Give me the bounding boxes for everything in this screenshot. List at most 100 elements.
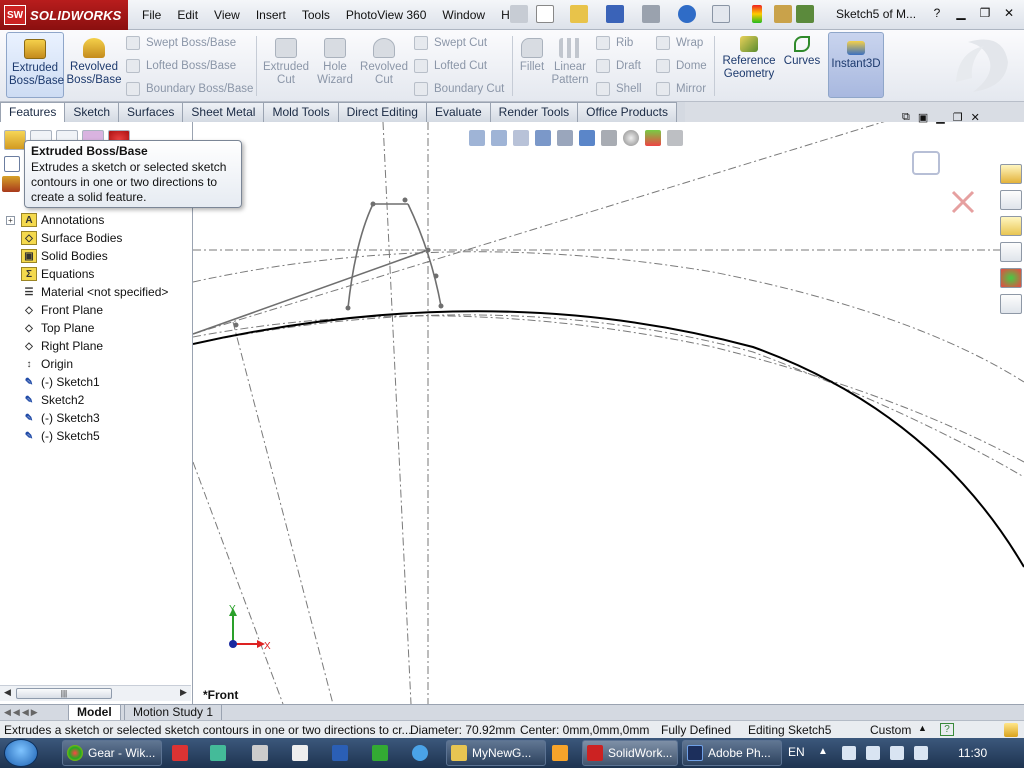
apply-scene-icon[interactable] <box>645 130 661 146</box>
zoom-to-area-icon[interactable] <box>491 130 507 146</box>
hide-show-items-icon[interactable] <box>601 130 617 146</box>
pin-icon[interactable] <box>510 5 528 23</box>
tree-node[interactable]: ☰ Material <not specified> <box>6 283 192 301</box>
close-icon[interactable]: ✕ <box>1000 5 1018 21</box>
revolved-boss-button[interactable]: Revolved Boss/Base <box>66 32 122 98</box>
doc-close-icon[interactable]: ✕ <box>971 111 980 124</box>
tree-node[interactable]: ◇ Front Plane <box>6 301 192 319</box>
menu-view[interactable]: View <box>206 8 248 22</box>
part-icon[interactable] <box>2 176 20 192</box>
tab-direct-editing[interactable]: Direct Editing <box>337 102 427 122</box>
lofted-cut-button[interactable]: Lofted Cut <box>414 57 487 75</box>
tree-node[interactable]: ✎ (-) Sketch3 <box>6 409 192 427</box>
clock[interactable]: 11:30 <box>958 746 987 760</box>
undo-icon[interactable] <box>678 5 696 23</box>
menu-window[interactable]: Window <box>434 8 493 22</box>
restore-icon[interactable]: ❐ <box>976 5 994 21</box>
tree-node[interactable]: ✎ (-) Sketch5 <box>6 427 192 445</box>
filter-icon[interactable] <box>4 156 20 172</box>
file-explorer-icon[interactable] <box>1000 216 1022 236</box>
instant3d-button[interactable]: Instant3D <box>828 32 884 98</box>
tab-scroll-icons[interactable]: ◀◀◀▶ <box>4 707 40 718</box>
tab-render-tools[interactable]: Render Tools <box>489 102 579 122</box>
solidworks-resources-icon[interactable] <box>1000 164 1022 184</box>
menu-photoview[interactable]: PhotoView 360 <box>338 8 435 22</box>
draft-button[interactable]: Draft <box>596 57 641 75</box>
extruded-boss-button[interactable]: Extruded Boss/Base <box>6 32 64 98</box>
tab-motion-study[interactable]: Motion Study 1 <box>124 705 223 721</box>
fillet-button[interactable]: Fillet <box>516 32 548 98</box>
graphics-area[interactable]: Y X *Front <box>193 122 1024 704</box>
zoom-to-fit-icon[interactable] <box>469 130 485 146</box>
doc-minimize-icon[interactable]: ▁ <box>936 111 944 124</box>
sketch-canvas[interactable]: Y X <box>193 122 1024 704</box>
units-dropdown-icon[interactable]: ▲ <box>918 723 927 733</box>
tree-node[interactable]: + A Annotations <box>6 211 192 229</box>
previous-view-icon[interactable] <box>513 130 529 146</box>
tree-node[interactable]: ▣ Solid Bodies <box>6 247 192 265</box>
taskbar-item-solidworks[interactable]: SolidWork... <box>582 740 678 766</box>
cascade-icon[interactable]: ▣ <box>918 111 928 124</box>
menu-file[interactable]: File <box>134 8 169 22</box>
boundary-boss-button[interactable]: Boundary Boss/Base <box>126 80 253 98</box>
tab-model[interactable]: Model <box>68 705 121 721</box>
select-arrow-icon[interactable] <box>712 5 730 23</box>
app-icon[interactable] <box>252 745 268 761</box>
media-player-icon[interactable] <box>552 745 568 761</box>
doc-restore-icon[interactable]: ❐ <box>953 111 963 124</box>
print-icon[interactable] <box>642 5 660 23</box>
tab-sheet-metal[interactable]: Sheet Metal <box>182 102 265 122</box>
ie-icon[interactable] <box>412 745 428 761</box>
curves-button[interactable]: Curves <box>780 32 824 98</box>
minimize-icon[interactable]: ▁ <box>952 5 970 21</box>
open-folder-icon[interactable] <box>570 5 588 23</box>
network-icon[interactable] <box>890 746 904 760</box>
scroll-thumb[interactable]: ||| <box>16 688 112 699</box>
taskbar-item-browser[interactable]: Gear - Wik... <box>62 740 162 766</box>
tab-features[interactable]: Features <box>0 102 66 122</box>
lofted-boss-button[interactable]: Lofted Boss/Base <box>126 57 236 75</box>
menu-edit[interactable]: Edit <box>169 8 206 22</box>
language-indicator[interactable]: EN <box>788 745 805 759</box>
expand-icon[interactable]: + <box>6 215 15 225</box>
extruded-cut-button[interactable]: Extruded Cut <box>260 32 312 98</box>
swept-boss-button[interactable]: Swept Boss/Base <box>126 34 236 52</box>
tree-node[interactable]: ◇ Top Plane <box>6 319 192 337</box>
tree-node[interactable]: ✎ (-) Sketch1 <box>6 373 192 391</box>
scroll-left-icon[interactable]: ◀ <box>4 687 11 698</box>
feature-manager-tab-icon[interactable] <box>4 130 26 150</box>
options-icon[interactable] <box>796 5 814 23</box>
custom-properties-icon[interactable] <box>1000 294 1022 314</box>
boundary-cut-button[interactable]: Boundary Cut <box>414 80 504 98</box>
confirmation-corner[interactable] <box>912 151 975 214</box>
volume-icon[interactable] <box>914 746 928 760</box>
tab-mold-tools[interactable]: Mold Tools <box>263 102 339 122</box>
view-palette-icon[interactable] <box>1000 242 1022 262</box>
tab-surfaces[interactable]: Surfaces <box>118 102 184 122</box>
app-icon[interactable] <box>210 745 226 761</box>
units-selector[interactable]: Custom <box>870 723 911 737</box>
menu-tools[interactable]: Tools <box>294 8 338 22</box>
tree-node[interactable]: ◇ Right Plane <box>6 337 192 355</box>
tree-node[interactable]: ◇ Surface Bodies <box>6 229 192 247</box>
file-properties-icon[interactable] <box>774 5 792 23</box>
display-style-icon[interactable] <box>579 130 595 146</box>
taskbar-item-folder[interactable]: MyNewG... <box>446 740 546 766</box>
tab-evaluate[interactable]: Evaluate <box>425 102 491 122</box>
tree-node[interactable]: ✎ Sketch2 <box>6 391 192 409</box>
action-center-icon[interactable] <box>866 746 880 760</box>
section-view-icon[interactable] <box>535 130 551 146</box>
tree-node[interactable]: Σ Equations <box>6 265 192 283</box>
tab-office-products[interactable]: Office Products <box>577 102 677 122</box>
hole-wizard-button[interactable]: Hole Wizard <box>312 32 358 98</box>
tray-expand-icon[interactable]: ▲ <box>818 746 828 757</box>
shell-button[interactable]: Shell <box>596 80 642 98</box>
revolved-cut-button[interactable]: Revolved Cut <box>358 32 410 98</box>
reference-geometry-button[interactable]: Reference Geometry <box>720 32 778 98</box>
wrap-button[interactable]: Wrap <box>656 34 703 52</box>
tab-sketch[interactable]: Sketch <box>64 102 120 122</box>
solidworks-logo[interactable]: SW SOLIDWORKS <box>0 0 128 30</box>
gmail-icon[interactable] <box>172 745 188 761</box>
rebuild-icon[interactable] <box>752 5 762 23</box>
linear-pattern-button[interactable]: Linear Pattern <box>548 32 592 98</box>
